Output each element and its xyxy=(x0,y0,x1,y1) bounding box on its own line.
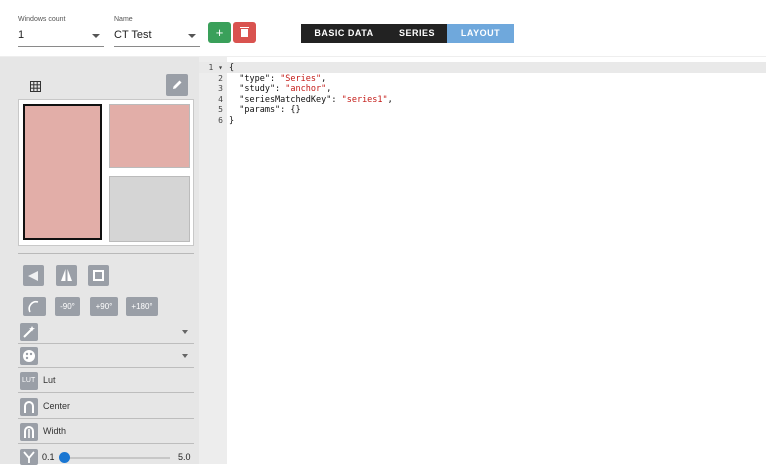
chevron-down-icon xyxy=(182,354,188,358)
windows-count-select[interactable]: Windows count 1 xyxy=(18,12,104,47)
layout-preview xyxy=(18,99,194,246)
line-number: 5 xyxy=(218,105,223,115)
slider-thumb[interactable] xyxy=(59,452,70,463)
chevron-down-icon xyxy=(182,330,188,334)
lut-field[interactable]: LUT Lut xyxy=(18,370,194,393)
line-number: 1 ▾ xyxy=(208,63,223,72)
width-icon xyxy=(20,423,38,441)
active-line-highlight xyxy=(199,62,766,73)
center-icon xyxy=(20,398,38,416)
gamma-slider-row: 0.1 5.0 xyxy=(18,449,194,465)
filter-select[interactable] xyxy=(18,321,194,344)
rotate-minus-90-button[interactable]: -90° xyxy=(55,297,80,316)
windows-count-value: 1 xyxy=(18,29,25,41)
flip-vertical-button[interactable] xyxy=(56,265,77,286)
colormap-select[interactable] xyxy=(18,345,194,368)
window-center-field[interactable]: Center xyxy=(18,396,194,419)
line-number: 2 xyxy=(218,73,223,83)
add-button[interactable]: + xyxy=(208,22,231,43)
grid-icon[interactable] xyxy=(30,81,41,92)
tab-series[interactable]: SERIES xyxy=(387,24,447,43)
divider xyxy=(18,253,194,254)
rotate-free-button[interactable] xyxy=(23,297,46,316)
width-label: Width xyxy=(43,426,67,436)
rotate-plus-90-button[interactable]: +90° xyxy=(90,297,118,316)
edit-layout-button[interactable] xyxy=(166,74,188,96)
code-line: "study": "anchor", xyxy=(229,84,332,95)
wand-icon xyxy=(20,323,38,341)
slider-max-label: 5.0 xyxy=(178,452,191,462)
line-number: 4 xyxy=(218,94,223,104)
tab-bar: BASIC DATA SERIES LAYOUT xyxy=(301,24,514,43)
line-number: 6 xyxy=(218,116,223,125)
name-label: Name xyxy=(114,16,133,23)
chevron-down-icon xyxy=(92,34,100,38)
palette-icon xyxy=(20,347,38,365)
code-line: "seriesMatchedKey": "series1", xyxy=(229,94,393,105)
gamma-icon xyxy=(20,449,38,465)
rotate-plus-180-button[interactable]: +180° xyxy=(126,297,158,316)
rotate-icon xyxy=(28,300,39,313)
viewport-window-3[interactable] xyxy=(109,176,190,242)
center-label: Center xyxy=(43,401,71,411)
code-line: { xyxy=(229,63,235,73)
flip-vertical-icon xyxy=(61,269,72,281)
lut-label: Lut xyxy=(43,375,56,385)
slider-min-label: 0.1 xyxy=(42,452,55,462)
viewport-window-1[interactable] xyxy=(23,104,102,240)
reset-icon xyxy=(93,270,104,281)
flip-horizontal-button[interactable] xyxy=(23,265,44,286)
viewport-window-2[interactable] xyxy=(109,104,190,168)
windows-count-label: Windows count xyxy=(18,16,66,23)
code-line: } xyxy=(229,116,235,126)
name-select[interactable]: Name CT Test xyxy=(114,12,200,47)
chevron-down-icon xyxy=(188,34,196,38)
tab-basic-data[interactable]: BASIC DATA xyxy=(301,24,387,43)
pencil-icon xyxy=(173,80,182,89)
line-number: 3 xyxy=(218,84,223,94)
code-line: "params": {} xyxy=(229,105,301,116)
name-value: CT Test xyxy=(114,29,152,41)
reset-view-button[interactable] xyxy=(88,265,109,286)
top-toolbar: Windows count 1 Name CT Test + BASIC DAT… xyxy=(0,0,766,57)
trash-icon xyxy=(240,27,249,37)
tab-layout[interactable]: LAYOUT xyxy=(447,24,514,43)
lut-icon: LUT xyxy=(20,372,38,390)
slider-track[interactable] xyxy=(63,457,170,459)
flip-horizontal-icon xyxy=(28,271,38,281)
code-line: "type": "Series", xyxy=(229,73,327,84)
delete-button[interactable] xyxy=(233,22,256,43)
window-width-field[interactable]: Width xyxy=(18,421,194,444)
